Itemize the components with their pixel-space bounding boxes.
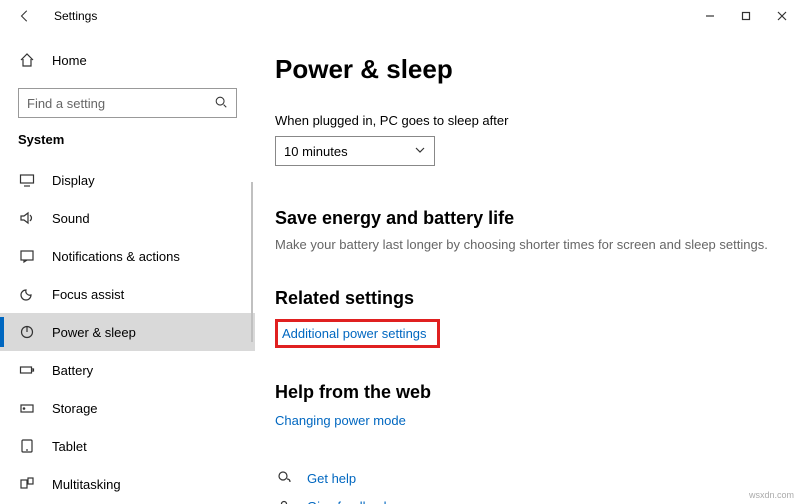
sidebar-item-tablet[interactable]: Tablet <box>0 427 255 465</box>
sidebar-item-focus[interactable]: Focus assist <box>0 275 255 313</box>
additional-power-link[interactable]: Additional power settings <box>282 326 427 341</box>
sidebar-item-label: Power & sleep <box>52 325 136 340</box>
window-title: Settings <box>54 9 97 23</box>
additional-power-link-highlight: Additional power settings <box>275 319 440 348</box>
sidebar-item-label: Storage <box>52 401 98 416</box>
get-help-link: Get help <box>307 471 356 486</box>
energy-heading: Save energy and battery life <box>275 208 800 229</box>
sidebar-item-label: Focus assist <box>52 287 124 302</box>
window-controls <box>692 0 800 32</box>
nav-list: Display Sound Notifications & actions Fo… <box>0 161 255 503</box>
maximize-button[interactable] <box>728 0 764 32</box>
power-icon <box>18 324 36 340</box>
sidebar-item-battery[interactable]: Battery <box>0 351 255 389</box>
watermark: wsxdn.com <box>749 490 794 500</box>
sound-icon <box>18 210 36 226</box>
sidebar-scrollbar[interactable] <box>251 182 253 342</box>
back-button[interactable] <box>18 9 32 23</box>
multitasking-icon <box>18 476 36 492</box>
focus-icon <box>18 286 36 302</box>
main-content: Power & sleep When plugged in, PC goes t… <box>255 32 800 504</box>
feedback-link: Give feedback <box>307 499 390 504</box>
home-icon <box>18 52 36 68</box>
search-input[interactable]: Find a setting <box>18 88 237 118</box>
related-heading: Related settings <box>275 288 800 309</box>
sleep-select-value: 10 minutes <box>284 144 348 159</box>
feedback-icon <box>275 498 293 504</box>
help-web-link[interactable]: Changing power mode <box>275 413 800 428</box>
titlebar: Settings <box>0 0 800 32</box>
sleep-select[interactable]: 10 minutes <box>275 136 435 166</box>
page-title: Power & sleep <box>275 54 800 85</box>
help-icon <box>275 470 293 486</box>
tablet-icon <box>18 438 36 454</box>
sidebar-item-label: Sound <box>52 211 90 226</box>
chevron-down-icon <box>414 144 426 159</box>
energy-subtext: Make your battery last longer by choosin… <box>275 237 800 252</box>
battery-icon <box>18 362 36 378</box>
storage-icon <box>18 400 36 416</box>
help-heading: Help from the web <box>275 382 800 403</box>
close-button[interactable] <box>764 0 800 32</box>
sidebar-item-display[interactable]: Display <box>0 161 255 199</box>
sidebar-item-multitasking[interactable]: Multitasking <box>0 465 255 503</box>
sidebar-section-label: System <box>0 132 255 161</box>
search-placeholder: Find a setting <box>27 96 214 111</box>
sidebar-item-label: Multitasking <box>52 477 121 492</box>
sidebar-item-storage[interactable]: Storage <box>0 389 255 427</box>
sidebar-item-label: Display <box>52 173 95 188</box>
home-nav[interactable]: Home <box>0 42 255 78</box>
feedback-row[interactable]: Give feedback <box>275 492 800 504</box>
sleep-label: When plugged in, PC goes to sleep after <box>275 113 800 128</box>
search-icon <box>214 95 228 112</box>
home-label: Home <box>52 53 87 68</box>
sidebar-item-label: Tablet <box>52 439 87 454</box>
display-icon <box>18 172 36 188</box>
sidebar-item-label: Battery <box>52 363 93 378</box>
minimize-button[interactable] <box>692 0 728 32</box>
sidebar-item-label: Notifications & actions <box>52 249 180 264</box>
notifications-icon <box>18 248 36 264</box>
sidebar-item-sound[interactable]: Sound <box>0 199 255 237</box>
sidebar-item-notifications[interactable]: Notifications & actions <box>0 237 255 275</box>
sidebar: Home Find a setting System Display Sound… <box>0 32 255 504</box>
get-help-row[interactable]: Get help <box>275 464 800 492</box>
sidebar-item-power[interactable]: Power & sleep <box>0 313 255 351</box>
